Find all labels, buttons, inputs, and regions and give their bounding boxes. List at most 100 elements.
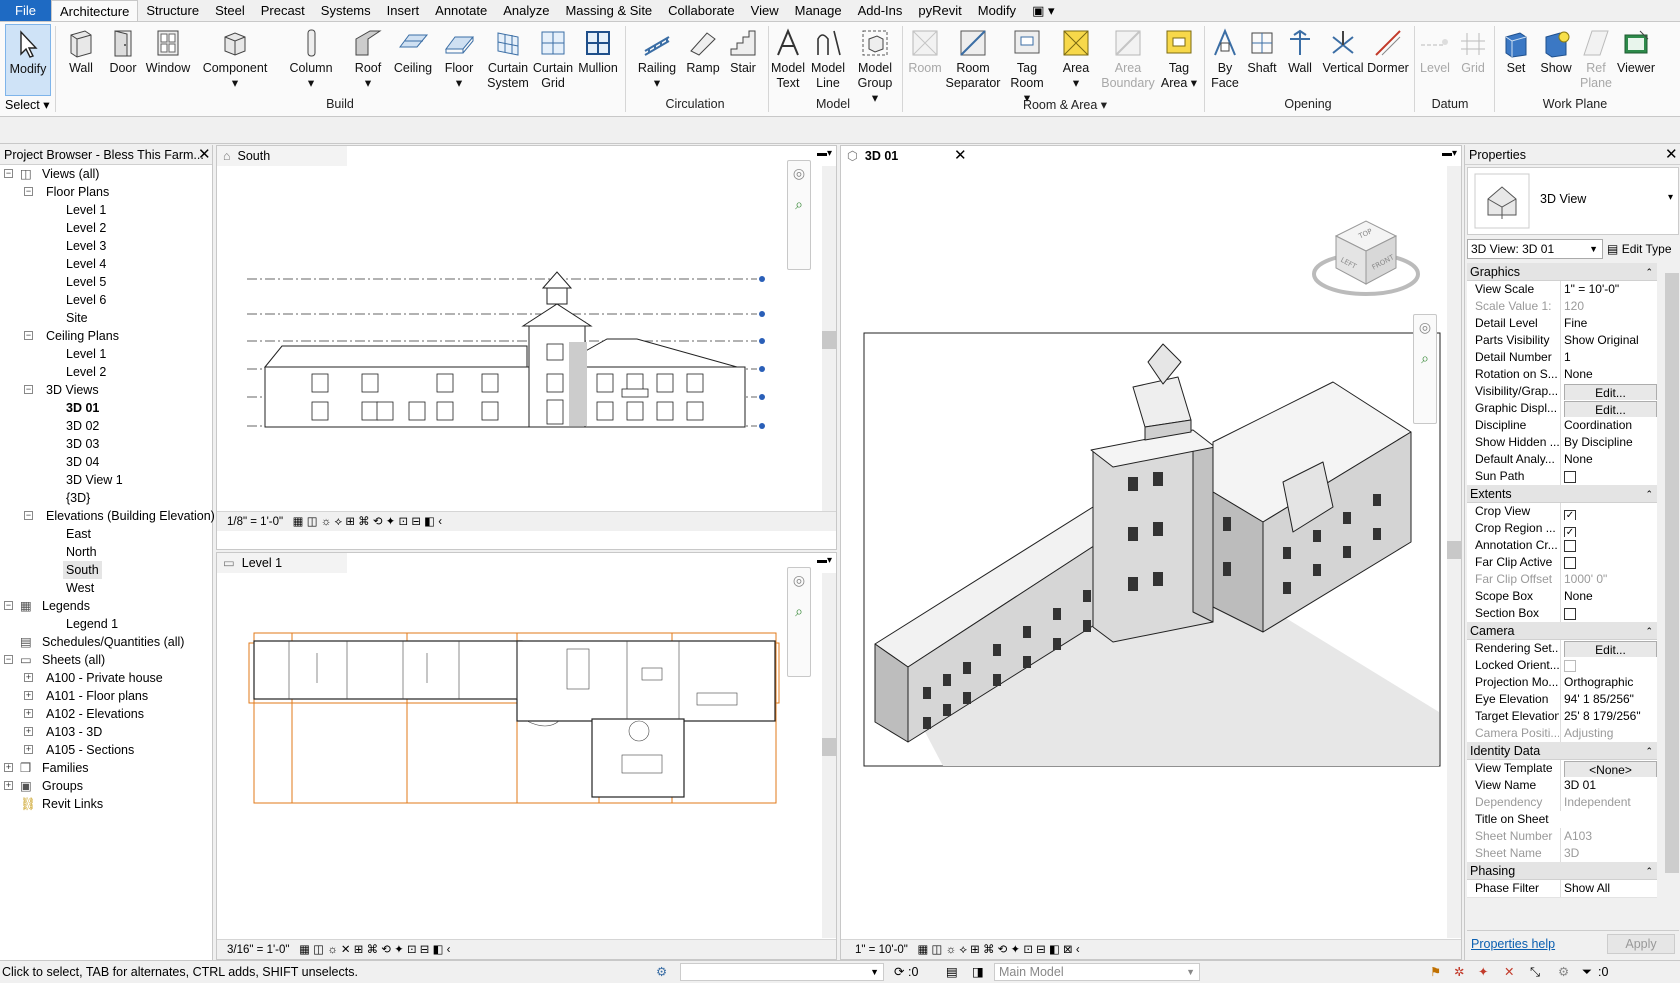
tree-item[interactable]: North: [0, 543, 213, 561]
tree-item[interactable]: Level 2: [0, 219, 213, 237]
wall-button[interactable]: Wall: [60, 24, 102, 96]
navigation-bar[interactable]: ◎ ⌕: [787, 160, 811, 270]
collapse-icon[interactable]: ⌃: [1645, 622, 1653, 640]
instance-selector[interactable]: 3D View: 3D 01 ▼: [1467, 239, 1603, 259]
tree-item[interactable]: Level 6: [0, 291, 213, 309]
tab-collaborate[interactable]: Collaborate: [660, 0, 743, 21]
expand-icon[interactable]: +: [24, 673, 33, 682]
property-value[interactable]: Orthographic: [1560, 674, 1657, 691]
view-tab-3d01[interactable]: ⬡ 3D 01: [841, 146, 971, 166]
tree-item[interactable]: + ❒ Families: [0, 759, 213, 777]
tree-item[interactable]: Level 5: [0, 273, 213, 291]
property-value[interactable]: 94' 1 85/256": [1560, 691, 1657, 708]
expand-icon[interactable]: +: [24, 709, 33, 718]
model-line-button[interactable]: Model Line: [807, 24, 849, 96]
collapse-icon[interactable]: −: [24, 331, 33, 340]
tree-item[interactable]: + A100 - Private house: [0, 669, 213, 687]
modify-button[interactable]: Modify: [5, 24, 51, 96]
tree-item[interactable]: − ▭ Sheets (all): [0, 651, 213, 669]
property-value[interactable]: 25' 8 179/256": [1560, 708, 1657, 725]
set-button[interactable]: Set: [1496, 24, 1536, 96]
collapse-icon[interactable]: −: [4, 601, 13, 610]
view-menu-icon[interactable]: ▬▾: [1442, 148, 1457, 159]
tree-item[interactable]: − Ceiling Plans: [0, 327, 213, 345]
collapse-icon[interactable]: ⌃: [1645, 263, 1653, 281]
property-value[interactable]: 1" = 10'-0": [1560, 281, 1657, 298]
tree-item[interactable]: {3D}: [0, 489, 213, 507]
property-value[interactable]: 3D 01: [1560, 777, 1657, 794]
collapse-icon[interactable]: −: [4, 169, 13, 178]
dormer-button[interactable]: Dormer: [1365, 24, 1411, 96]
close-icon[interactable]: ✕: [1665, 145, 1678, 165]
design-option-dropdown[interactable]: Main Model ▼: [994, 963, 1200, 981]
select-underlay-icon[interactable]: ✲: [1454, 961, 1464, 983]
tree-item[interactable]: + A101 - Floor plans: [0, 687, 213, 705]
ceiling-button[interactable]: Ceiling: [391, 24, 435, 96]
select-pinned-icon[interactable]: ✦: [1478, 961, 1488, 983]
navigation-bar[interactable]: ◎ ⌕: [787, 567, 811, 677]
property-group[interactable]: Graphics ⌃: [1467, 263, 1657, 281]
property-group[interactable]: Identity Data ⌃: [1467, 742, 1657, 760]
close-icon[interactable]: ✕: [954, 146, 967, 166]
tree-item[interactable]: − 3D Views: [0, 381, 213, 399]
tab-systems[interactable]: Systems: [313, 0, 379, 21]
property-value[interactable]: Show Original: [1560, 332, 1657, 349]
south-elevation-view[interactable]: ⌂ South ▬▾ ◎ ⌕ 1/8" = 1'-0" ▦ ◫ ☼ ⟡ ⊞ ⌘ …: [216, 145, 837, 550]
checkbox[interactable]: [1564, 557, 1576, 569]
area-boundary-button[interactable]: Area Boundary: [1100, 24, 1156, 96]
refresh-icon[interactable]: ⟳: [894, 961, 904, 983]
expand-icon[interactable]: +: [24, 745, 33, 754]
type-selector[interactable]: 3D View ▾: [1467, 167, 1679, 235]
design-option-icon[interactable]: ◨: [972, 961, 984, 983]
level-button[interactable]: Level: [1416, 24, 1454, 96]
property-value[interactable]: 1: [1560, 349, 1657, 366]
tree-item[interactable]: Site: [0, 309, 213, 327]
shaft-button[interactable]: Shaft: [1244, 24, 1280, 96]
component-button[interactable]: Component ▾: [198, 24, 272, 96]
view-menu-icon[interactable]: ▬▾: [817, 555, 832, 566]
expand-icon[interactable]: +: [4, 763, 13, 772]
curtain-system-button[interactable]: Curtain System: [483, 24, 533, 96]
navigation-bar[interactable]: ◎ ⌕: [1413, 314, 1437, 424]
expand-icon[interactable]: +: [4, 781, 13, 790]
workset-dropdown[interactable]: ▼: [680, 963, 884, 981]
drag-elements-icon[interactable]: ⤡: [1530, 961, 1540, 983]
tree-item[interactable]: 3D 01: [0, 399, 213, 417]
tab-steel[interactable]: Steel: [207, 0, 253, 21]
view-scale[interactable]: 1" = 10'-0": [855, 944, 908, 956]
select-links-icon[interactable]: ⚑: [1430, 961, 1441, 983]
steering-wheel-icon[interactable]: ◎: [788, 165, 810, 182]
select-by-face-icon[interactable]: ✕: [1504, 961, 1514, 983]
tab-file[interactable]: File: [0, 0, 51, 21]
collapse-icon[interactable]: −: [4, 655, 13, 664]
zoom-icon[interactable]: ⌕: [1414, 350, 1436, 367]
chevron-down-icon[interactable]: ▾: [1668, 192, 1673, 203]
vertical-scrollbar[interactable]: [822, 166, 836, 511]
floor-button[interactable]: Floor ▾: [438, 24, 480, 96]
vertical-scrollbar[interactable]: [1447, 166, 1461, 938]
view-menu-icon[interactable]: ▬▾: [817, 148, 832, 159]
tag-area-button[interactable]: Tag Area ▾: [1158, 24, 1200, 96]
expand-icon[interactable]: +: [24, 691, 33, 700]
tree-item[interactable]: South: [0, 561, 213, 579]
curtain-grid-button[interactable]: Curtain Grid: [532, 24, 574, 96]
level1-plan-view[interactable]: ▭ Level 1 ▬▾ ◎ ⌕ 3/16" = 1'-0" ▦ ◫ ☼ ✕ ⊞…: [216, 552, 837, 960]
tab-modify[interactable]: Modify: [970, 0, 1024, 21]
properties-scrollbar[interactable]: [1665, 263, 1679, 928]
stair-button[interactable]: Stair: [722, 24, 764, 96]
tree-item[interactable]: 3D 03: [0, 435, 213, 453]
mullion-button[interactable]: Mullion: [576, 24, 620, 96]
area-button[interactable]: Area ▾: [1054, 24, 1098, 96]
checkbox[interactable]: ✓: [1564, 527, 1576, 537]
property-group[interactable]: Extents ⌃: [1467, 485, 1657, 503]
collapse-icon[interactable]: ⌃: [1645, 485, 1653, 503]
checkbox[interactable]: [1564, 471, 1576, 483]
view-scale[interactable]: 1/8" = 1'-0": [227, 516, 283, 528]
tree-item[interactable]: + ▣ Groups: [0, 777, 213, 795]
tab-analyze[interactable]: Analyze: [495, 0, 557, 21]
door-button[interactable]: Door: [103, 24, 143, 96]
tree-item[interactable]: Level 4: [0, 255, 213, 273]
steering-wheel-icon[interactable]: ◎: [1414, 319, 1436, 336]
tree-item[interactable]: 3D 04: [0, 453, 213, 471]
room-button[interactable]: Room: [906, 24, 944, 96]
